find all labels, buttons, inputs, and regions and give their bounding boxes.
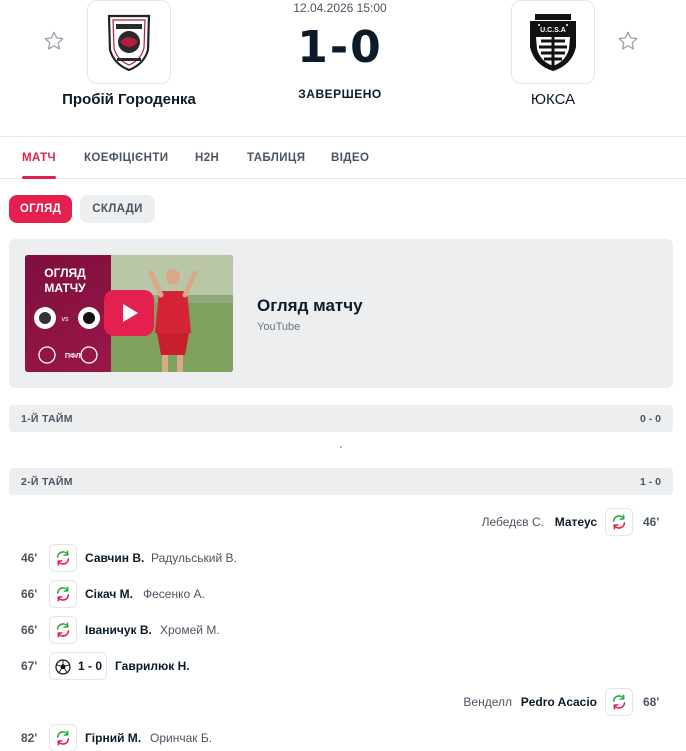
- period-score: 0 - 0: [639, 413, 661, 425]
- goal-score-box: 1 - 0: [49, 652, 107, 680]
- away-team-logo[interactable]: U.C.S.A: [511, 0, 595, 84]
- period-label: 1-Й ТАЙМ: [21, 413, 73, 425]
- player-out[interactable]: Лебедєв С.: [482, 515, 544, 529]
- match-date: 12.04.2026 15:00: [293, 1, 387, 15]
- svg-text:ОГЛЯД: ОГЛЯД: [44, 266, 86, 280]
- tab-h2h[interactable]: H2H: [195, 152, 219, 164]
- goal-running-score: 1 - 0: [78, 659, 103, 673]
- svg-text:U.C.S.A: U.C.S.A: [540, 27, 566, 34]
- subtab-overview[interactable]: ОГЛЯД: [9, 195, 72, 223]
- substitution-icon: [605, 688, 633, 716]
- event-row: Венделл Pedro Acacio 68': [0, 688, 686, 716]
- period-score: 1 - 0: [639, 476, 661, 488]
- match-header: Пробій Городенка 12.04.2026 15:00 1-0 ЗА…: [0, 0, 686, 137]
- event-minute: 67': [21, 659, 38, 673]
- player-in[interactable]: Матеус: [555, 515, 597, 529]
- player-in[interactable]: Pedro Acacio: [521, 695, 597, 709]
- event-row: 66' Сікач М. Фесенко А.: [0, 580, 686, 608]
- favorite-home-star-icon[interactable]: [43, 30, 65, 52]
- player-out[interactable]: Фесенко А.: [143, 587, 205, 601]
- event-minute: 46': [21, 551, 38, 565]
- event-row: Лебедєв С. Матеус 46': [0, 508, 686, 536]
- event-row-goal: 67' 1 - 0 Гаврилюк Н.: [0, 652, 686, 680]
- video-title[interactable]: Огляд матчу: [257, 296, 363, 316]
- substitution-icon: [49, 580, 77, 608]
- svg-text:vs: vs: [62, 316, 70, 323]
- player-in[interactable]: Сікач М.: [85, 587, 133, 601]
- event-minute: 46': [643, 515, 660, 529]
- match-score: 1-0: [297, 22, 383, 73]
- home-team-name[interactable]: Пробій Городенка: [29, 91, 229, 108]
- event-minute: 66': [21, 587, 38, 601]
- substitution-icon: [605, 508, 633, 536]
- substitution-icon: [49, 616, 77, 644]
- player-in[interactable]: Савчин В.: [85, 551, 144, 565]
- tab-match[interactable]: МАТЧ: [22, 152, 56, 164]
- soccer-ball-icon: [55, 659, 71, 675]
- period-first-half: 1-Й ТАЙМ 0 - 0: [9, 405, 673, 432]
- svg-text:МАТЧУ: МАТЧУ: [44, 281, 86, 295]
- player-in[interactable]: Гірний М.: [85, 731, 141, 745]
- player-in[interactable]: Іваничук В.: [85, 623, 152, 637]
- active-tab-indicator: [22, 176, 56, 179]
- video-thumbnail[interactable]: ОГЛЯД МАТЧУ vs ПФЛ: [25, 255, 233, 372]
- period-label: 2-Й ТАЙМ: [21, 476, 73, 488]
- player-out[interactable]: Хромей М.: [160, 623, 220, 637]
- tab-odds[interactable]: КОЕФІЦІЄНТИ: [84, 152, 168, 164]
- empty-period-dot: [340, 446, 342, 448]
- goal-scorer[interactable]: Гаврилюк Н.: [115, 659, 190, 673]
- video-highlight-card[interactable]: ОГЛЯД МАТЧУ vs ПФЛ Огляд матчу YouTube: [9, 239, 673, 388]
- event-row: 82' Гірний М. Оринчак Б.: [0, 724, 686, 751]
- player-out[interactable]: Радульський В.: [151, 551, 237, 565]
- match-tabs: МАТЧ КОЕФІЦІЄНТИ H2H ТАБЛИЦЯ ВІДЕО: [0, 138, 686, 179]
- event-row: 66' Іваничук В. Хромей М.: [0, 616, 686, 644]
- event-row: 46' Савчин В. Радульський В.: [0, 544, 686, 572]
- svg-text:ПФЛ: ПФЛ: [65, 353, 81, 360]
- event-minute: 66': [21, 623, 38, 637]
- subtab-lineups[interactable]: СКЛАДИ: [80, 195, 155, 223]
- period-second-half: 2-Й ТАЙМ 1 - 0: [9, 468, 673, 495]
- player-out[interactable]: Венделл: [463, 695, 512, 709]
- match-status: ЗАВЕРШЕНО: [298, 87, 382, 101]
- event-minute: 82': [21, 731, 38, 745]
- event-minute: 68': [643, 695, 660, 709]
- substitution-icon: [49, 544, 77, 572]
- favorite-away-star-icon[interactable]: [617, 30, 639, 52]
- tab-video[interactable]: ВІДЕО: [331, 152, 369, 164]
- tab-table[interactable]: ТАБЛИЦЯ: [247, 152, 305, 164]
- away-team-name[interactable]: ЮКСА: [453, 91, 653, 108]
- substitution-icon: [49, 724, 77, 751]
- home-team-logo[interactable]: [87, 0, 171, 84]
- video-source: YouTube: [257, 321, 301, 333]
- player-out[interactable]: Оринчак Б.: [150, 731, 212, 745]
